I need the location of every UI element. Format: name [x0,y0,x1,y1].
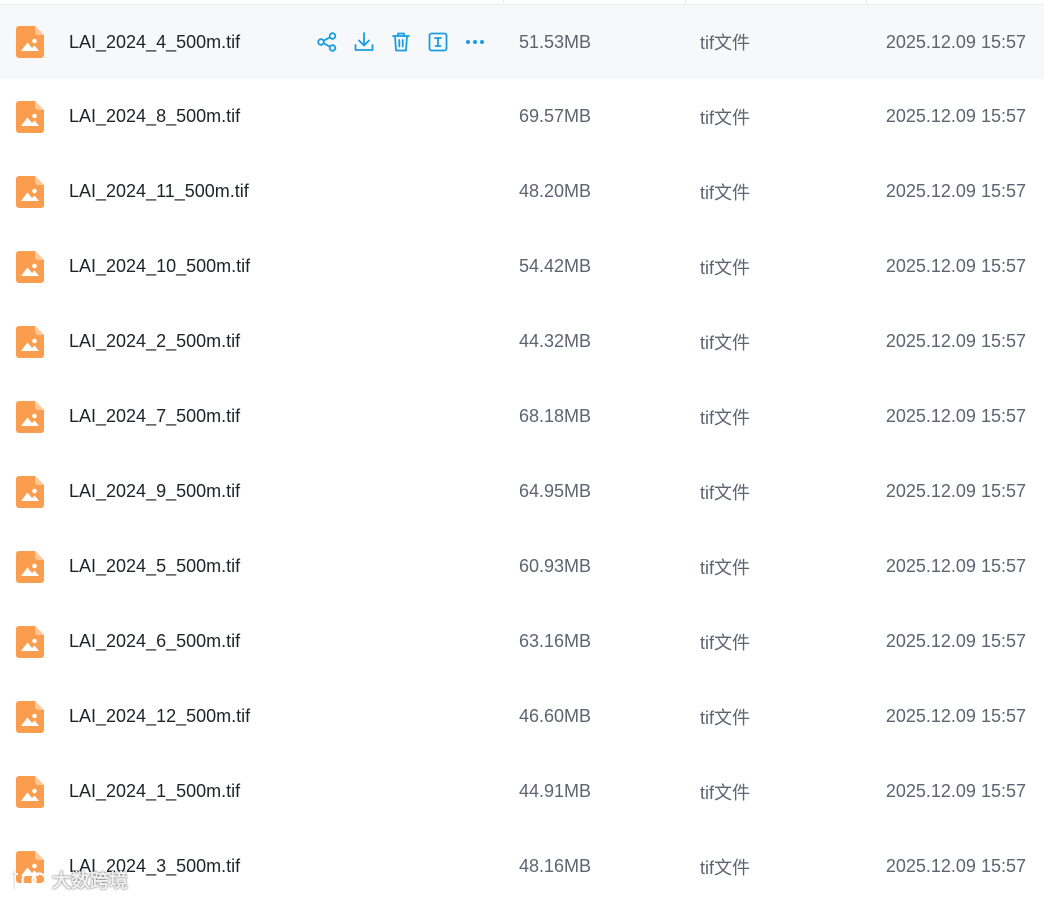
file-type: tif文件 [700,107,751,128]
file-size: 46.60MB [519,706,592,726]
file-type: tif文件 [700,257,751,278]
image-file-icon [16,475,44,508]
file-list: LAI_2024_4_500m.tif 51.53MB tif文件 2025.12.… [0,0,1044,902]
file-size: 48.20MB [519,181,592,201]
file-row[interactable]: LAI_2024_11_500m.tif 48.20MB tif文件 2025.12.… [0,154,1044,229]
file-type: tif文件 [700,332,751,353]
file-modified-date: 2025.12.09 15:57 [885,406,1026,426]
file-name[interactable]: LAI_2024_6_500m.tif [69,631,240,652]
file-row[interactable]: LAI_2024_6_500m.tif 63.16MB tif文件 2025.12.0… [0,604,1044,679]
file-row[interactable]: LAI_2024_2_500m.tif 44.32MB tif文件 2025.12.0… [0,304,1044,379]
file-modified-date: 2025.12.09 15:57 [885,481,1026,501]
file-name[interactable]: LAI_2024_4_500m.tif [69,32,240,53]
image-file-icon [16,26,44,58]
delete-icon[interactable] [389,30,413,54]
file-type: tif文件 [700,782,751,803]
file-size: 44.91MB [519,781,592,801]
image-file-icon [16,100,44,133]
file-modified-date: 2025.12.09 15:57 [885,556,1026,576]
file-row[interactable]: LAI_2024_3_500m.tif 48.16MB tif文件 2025.12.0… [0,829,1044,902]
image-file-icon [16,700,44,733]
image-file-icon [16,175,44,208]
file-name[interactable]: LAI_2024_10_500m.tif [69,256,250,277]
file-size: 63.16MB [519,631,592,651]
file-modified-date: 2025.12.09 15:57 [885,706,1026,726]
file-modified-date: 2025.12.09 15:57 [885,106,1026,126]
file-modified-date: 2025.12.09 15:57 [885,781,1026,801]
image-file-icon [16,775,44,808]
file-type: tif文件 [700,33,751,53]
file-size: 68.18MB [519,406,592,426]
file-row[interactable]: LAI_2024_4_500m.tif 51.53MB tif文件 2025.12.… [0,4,1044,79]
file-name[interactable]: LAI_2024_5_500m.tif [69,556,240,577]
image-file-icon [16,325,44,358]
file-name[interactable]: LAI_2024_8_500m.tif [69,106,240,127]
file-size: 64.95MB [519,481,592,501]
image-file-icon [16,400,44,433]
download-icon[interactable] [352,30,376,54]
file-name[interactable]: LAI_2024_12_500m.tif [69,706,250,727]
file-row[interactable]: LAI_2024_1_500m.tif 44.91MB tif文件 2025.12.0… [0,754,1044,829]
share-icon[interactable] [315,30,339,54]
rename-icon[interactable] [426,30,450,54]
file-size: 51.53MB [519,31,592,52]
file-type: tif文件 [700,482,751,503]
file-modified-date: 2025.12.09 15:57 [885,331,1026,351]
file-modified-date: 2025.12.09 15:57 [885,256,1026,276]
file-size: 54.42MB [519,256,592,276]
file-row[interactable]: LAI_2024_5_500m.tif 60.93MB tif文件 2025.12.0… [0,529,1044,604]
file-size: 60.93MB [519,556,592,576]
file-type: tif文件 [700,632,751,653]
file-modified-date: 2025.12.09 15:57 [885,181,1026,201]
image-file-icon [16,625,44,658]
file-name[interactable]: LAI_2024_11_500m.tif [69,181,249,202]
file-type: tif文件 [700,857,751,878]
file-size: 48.16MB [519,856,592,876]
file-row[interactable]: LAI_2024_10_500m.tif 54.42MB tif文件 2025.12.… [0,229,1044,304]
file-modified-date: 2025.12.09 15:57 [885,631,1026,651]
file-type: tif文件 [700,707,751,728]
column-divider [866,0,867,3]
file-name[interactable]: LAI_2024_1_500m.tif [69,781,240,802]
file-modified-date: 2025.12.09 15:57 [885,31,1026,52]
file-name[interactable]: LAI_2024_7_500m.tif [69,406,240,427]
image-file-icon [16,550,44,583]
file-size: 69.57MB [519,106,592,126]
watermark: 大数跨境 [8,866,128,893]
column-divider [503,0,504,3]
file-type: tif文件 [700,182,751,203]
row-actions [315,30,500,54]
file-type: tif文件 [700,557,751,578]
file-size: 44.32MB [519,331,592,351]
file-row[interactable]: LAI_2024_8_500m.tif 69.57MB tif文件 2025.12.0… [0,79,1044,154]
watermark-logo-icon [9,869,47,890]
watermark-text: 大数跨境 [52,871,129,892]
file-modified-date: 2025.12.09 15:57 [885,856,1026,876]
file-row[interactable]: LAI_2024_9_500m.tif 64.95MB tif文件 2025.12.0… [0,454,1044,529]
more-icon[interactable] [463,30,487,54]
file-name[interactable]: LAI_2024_2_500m.tif [69,331,240,352]
image-file-icon [16,250,44,283]
file-row[interactable]: LAI_2024_7_500m.tif 68.18MB tif文件 2025.12.0… [0,379,1044,454]
file-type: tif文件 [700,407,751,428]
file-name[interactable]: LAI_2024_9_500m.tif [69,481,240,502]
file-row[interactable]: LAI_2024_12_500m.tif 46.60MB tif文件 2025.12.… [0,679,1044,754]
column-divider [685,0,686,3]
